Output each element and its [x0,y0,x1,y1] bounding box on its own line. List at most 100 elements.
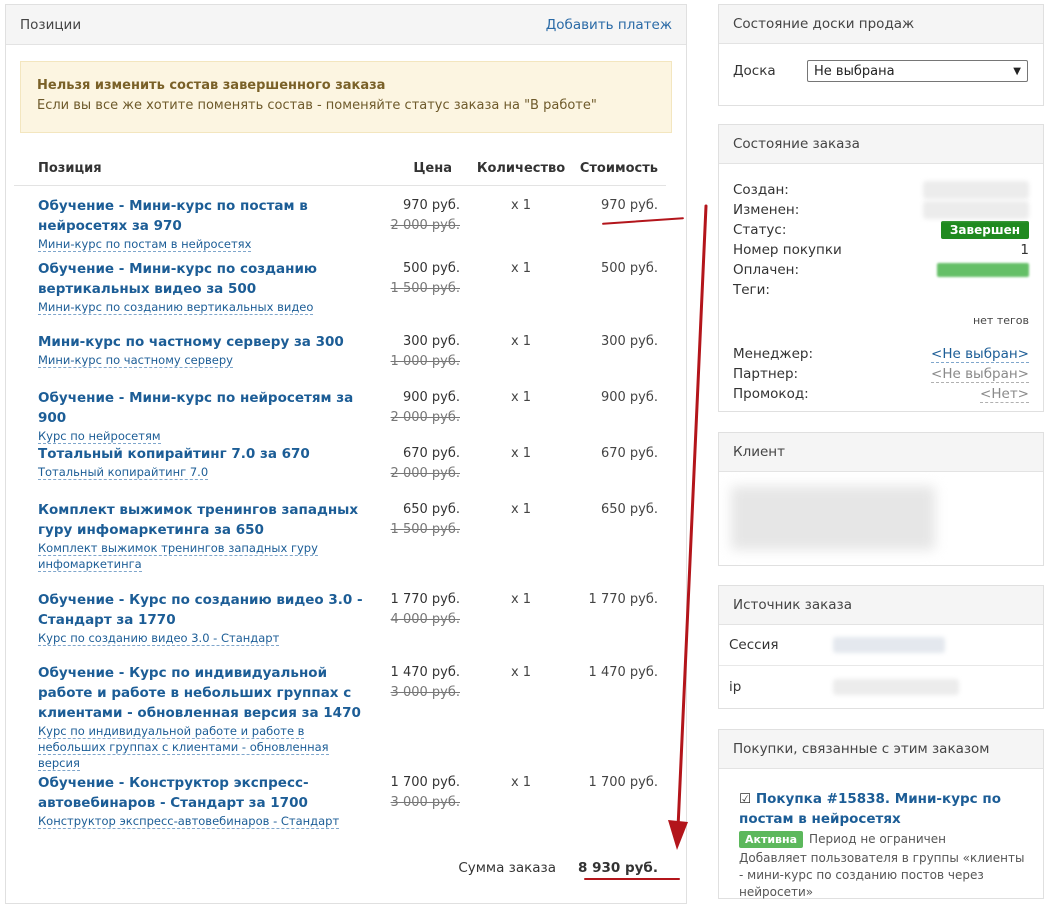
tags-label: Теги: [733,282,770,298]
board-panel: Состояние доски продаж Доска Не выбрана … [718,4,1044,106]
promo-row: Промокод: <Нет> [733,384,1029,404]
board-select-value: Не выбрана [814,63,895,79]
item-old-price: 2 000 руб. [390,466,460,481]
ip-row: ip [719,666,1043,707]
order-state-title: Состояние заказа [733,136,860,152]
item-qty: x 1 [510,592,532,607]
purchase-description: Добавляет пользователя в группы «клиенты… [739,851,1025,899]
item-product-link[interactable]: Курс по созданию видео 3.0 - Стандарт [38,631,280,646]
partner-label: Партнер: [733,366,799,382]
partner-row: Партнер: <Не выбран> [733,364,1029,384]
order-sum-row: Сумма заказа 8 930 руб. [14,856,666,880]
session-value-blurred [833,637,945,653]
table-row: Комплект выжимок тренингов западных гуру… [14,500,666,590]
status-label: Статус: [733,222,787,238]
item-cost: 670 руб. [600,446,658,461]
item-product-link[interactable]: Курс по нейросетям [38,429,161,444]
board-row: Доска Не выбрана ▼ [733,60,1029,82]
purchase-number-row: Номер покупки 1 [733,240,1029,260]
item-title-link[interactable]: Обучение - Курс по созданию видео 3.0 - … [38,590,374,630]
item-price: 500 руб. [402,261,460,276]
item-price: 300 руб. [402,334,460,349]
partner-select-link[interactable]: <Не выбран> [931,366,1029,383]
item-title-link[interactable]: Мини-курс по частному серверу за 300 [38,332,374,352]
item-title-link[interactable]: Обучение - Мини-курс по постам в нейросе… [38,196,374,236]
item-qty: x 1 [510,390,532,405]
table-row: Обучение - Конструктор экспресс-автовеби… [14,773,666,843]
source-panel: Источник заказа Сессия ip [718,585,1044,709]
item-price: 650 руб. [402,502,460,517]
item-price: 970 руб. [402,198,460,213]
item-old-price: 3 000 руб. [390,795,460,810]
manager-select-link[interactable]: <Не выбран> [931,346,1029,363]
item-product-link[interactable]: Комплект выжимок тренингов западных гуру… [38,541,318,572]
check-square-icon: ☑ [739,791,752,807]
board-label: Доска [733,63,776,79]
table-row: Обучение - Курс по индивидуальной работе… [14,663,666,773]
item-title-link[interactable]: Комплект выжимок тренингов западных гуру… [38,500,374,540]
item-qty: x 1 [510,665,532,680]
manager-row: Менеджер: <Не выбран> [733,344,1029,364]
item-title-link[interactable]: Обучение - Мини-курс по нейросетям за 90… [38,388,374,428]
paid-row: Оплачен: [733,260,1029,280]
created-row: Создан: [733,180,1029,200]
item-product-link[interactable]: Конструктор экспресс-автовебинаров - Ста… [38,814,340,829]
positions-table: Позиция Цена Количество Стоимость Обучен… [14,152,666,843]
status-badge: Завершен [940,221,1029,239]
annotation-underline-sum [584,878,680,880]
client-panel-header: Клиент [719,433,1043,472]
paid-label: Оплачен: [733,262,800,278]
item-product-link[interactable]: Курс по индивидуальной работе и работе в… [38,724,329,771]
purchase-number-value: 1 [1020,242,1029,258]
item-cost: 1 770 руб. [588,592,658,607]
order-state-panel: Состояние заказа Создан: Изменен: Статус… [718,124,1044,412]
purchase-link[interactable]: Покупка #15838. Мини-курс по постам в не… [739,791,1001,827]
item-old-price: 1 500 руб. [390,281,460,296]
header-cost: Стоимость [579,161,658,176]
item-product-link[interactable]: Мини-курс по частному серверу [38,353,233,368]
item-old-price: 3 000 руб. [390,685,460,700]
purchase-status-badge: Активна [739,831,804,848]
client-info-blurred [731,486,935,550]
table-row: Обучение - Мини-курс по постам в нейросе… [14,186,666,259]
add-payment-link[interactable]: Добавить платеж [546,17,672,33]
purchases-panel-title: Покупки, связанные с этим заказом [733,741,990,757]
item-product-link[interactable]: Мини-курс по созданию вертикальных видео [38,300,314,315]
session-label: Сессия [729,637,779,653]
item-old-price: 1 500 руб. [390,522,460,537]
status-row: Статус: Завершен [733,220,1029,240]
promo-select-link[interactable]: <Нет> [980,386,1029,403]
header-price: Цена [413,161,452,176]
item-price: 900 руб. [402,390,460,405]
sum-value: 8 930 руб. [578,860,658,876]
source-panel-title: Источник заказа [733,597,852,613]
item-title-link[interactable]: Обучение - Курс по индивидуальной работе… [38,663,374,723]
source-panel-header: Источник заказа [719,586,1043,625]
item-price: 670 руб. [402,446,460,461]
item-cost: 500 руб. [600,261,658,276]
item-title-link[interactable]: Обучение - Конструктор экспресс-автовеби… [38,773,374,813]
item-cost: 900 руб. [600,390,658,405]
item-old-price: 1 000 руб. [390,354,460,369]
paid-indicator [937,263,1029,277]
item-product-link[interactable]: Мини-курс по постам в нейросетях [38,237,252,252]
session-row: Сессия [719,625,1043,666]
item-price: 1 770 руб. [390,592,460,607]
table-row: Обучение - Курс по созданию видео 3.0 - … [14,590,666,663]
item-price: 1 700 руб. [390,775,460,790]
board-panel-header: Состояние доски продаж [719,5,1043,44]
table-row: Мини-курс по частному серверу за 300 Мини… [14,332,666,388]
client-panel-title: Клиент [733,444,785,460]
item-cost: 1 470 руб. [588,665,658,680]
table-row: Тотальный копирайтинг 7.0 за 670 Тотальны… [14,444,666,500]
board-select[interactable]: Не выбрана ▼ [807,60,1028,82]
item-product-link[interactable]: Тотальный копирайтинг 7.0 [38,465,209,480]
item-qty: x 1 [510,334,532,349]
table-row: Обучение - Мини-курс по нейросетям за 90… [14,388,666,444]
item-title-link[interactable]: Обучение - Мини-курс по созданию вертика… [38,259,374,299]
item-cost: 1 700 руб. [588,775,658,790]
changed-value-blurred [923,201,1029,219]
chevron-down-icon: ▼ [1013,65,1021,77]
item-title-link[interactable]: Тотальный копирайтинг 7.0 за 670 [38,444,374,464]
created-label: Создан: [733,182,789,198]
